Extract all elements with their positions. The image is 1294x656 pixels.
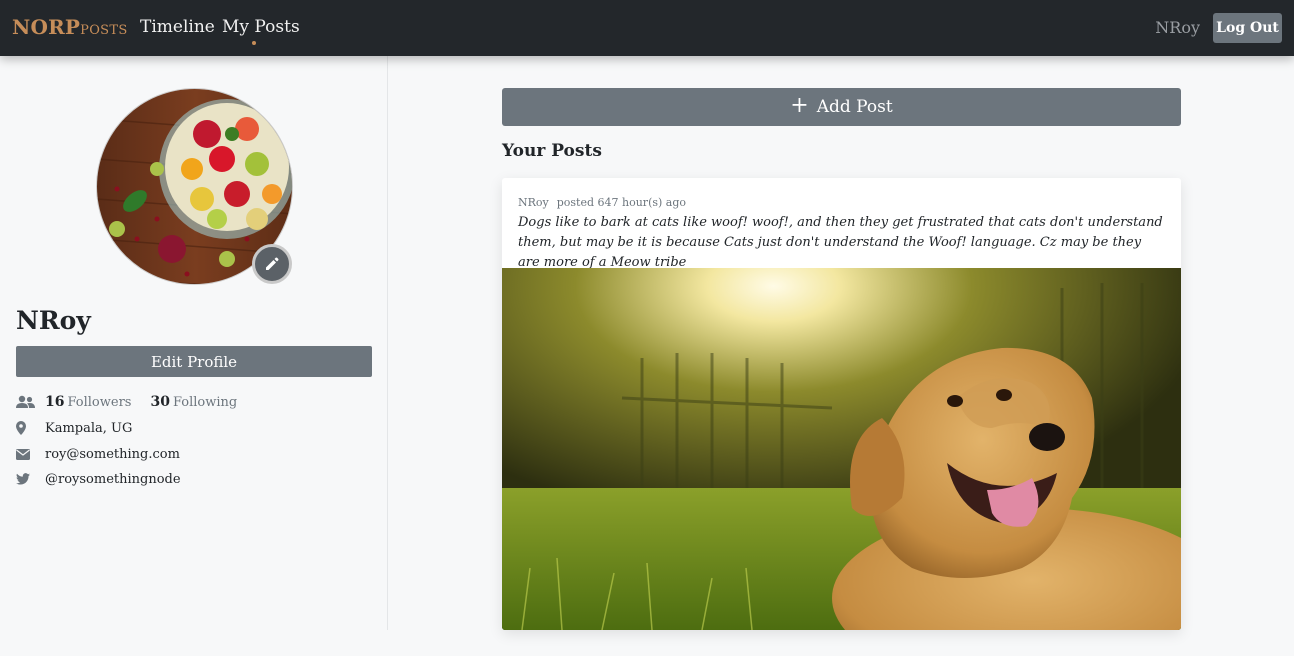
nav-username[interactable]: NRoy xyxy=(1155,18,1200,37)
location-text: Kampala, UG xyxy=(45,420,133,436)
follow-stats: 16 Followers 30 Following xyxy=(16,393,237,411)
followers-link[interactable]: 16 Followers xyxy=(45,394,131,410)
post-image xyxy=(502,268,1181,630)
post-card: NRoy posted 647 hour(s) ago Dogs like to … xyxy=(502,178,1181,630)
map-marker-icon xyxy=(16,421,45,435)
twitter-link[interactable]: @roysomethingnode xyxy=(45,472,181,487)
top-navbar: NORPPOSTS Timeline My Posts NRoy Log Out xyxy=(0,0,1294,56)
brand-small: POSTS xyxy=(80,23,128,38)
profile-name: NRoy xyxy=(16,306,91,335)
section-title: Your Posts xyxy=(502,141,602,161)
brand-logo[interactable]: NORPPOSTS xyxy=(12,15,128,39)
post-text: Dogs like to bark at cats like woof! woo… xyxy=(518,215,1163,270)
nav-link-my-posts[interactable]: My Posts xyxy=(222,17,300,45)
users-icon xyxy=(16,395,45,409)
following-count: 30 xyxy=(150,394,170,410)
twitter-row: @roysomethingnode xyxy=(16,470,181,488)
followers-label: Followers xyxy=(67,395,132,410)
dog-photo xyxy=(502,268,1181,630)
add-post-button[interactable]: + Add Post xyxy=(502,88,1181,126)
post-author[interactable]: NRoy xyxy=(518,196,549,209)
pencil-icon xyxy=(266,257,279,270)
location-row: Kampala, UG xyxy=(16,419,132,437)
logout-button[interactable]: Log Out xyxy=(1213,13,1282,43)
nav-link-timeline[interactable]: Timeline xyxy=(140,17,215,37)
followers-count: 16 xyxy=(45,394,65,410)
twitter-icon xyxy=(16,473,45,485)
nav-link-my-posts-label: My Posts xyxy=(222,17,300,37)
following-link[interactable]: 30 Following xyxy=(150,394,237,410)
add-post-label: Add Post xyxy=(816,97,893,117)
envelope-icon xyxy=(16,448,45,460)
profile-sidebar: NRoy Edit Profile 16 Followers 30 Followin… xyxy=(0,56,388,630)
brand-main: NORP xyxy=(12,15,81,39)
following-label: Following xyxy=(172,395,238,410)
post-meta: NRoy posted 647 hour(s) ago xyxy=(518,196,686,209)
post-time: posted 647 hour(s) ago xyxy=(556,196,687,209)
edit-profile-button[interactable]: Edit Profile xyxy=(16,346,372,377)
plus-icon: + xyxy=(790,93,809,118)
email-row: roy@something.com xyxy=(16,445,180,463)
email-link[interactable]: roy@something.com xyxy=(45,447,180,462)
edit-avatar-button[interactable] xyxy=(252,244,292,284)
active-indicator xyxy=(252,41,256,45)
